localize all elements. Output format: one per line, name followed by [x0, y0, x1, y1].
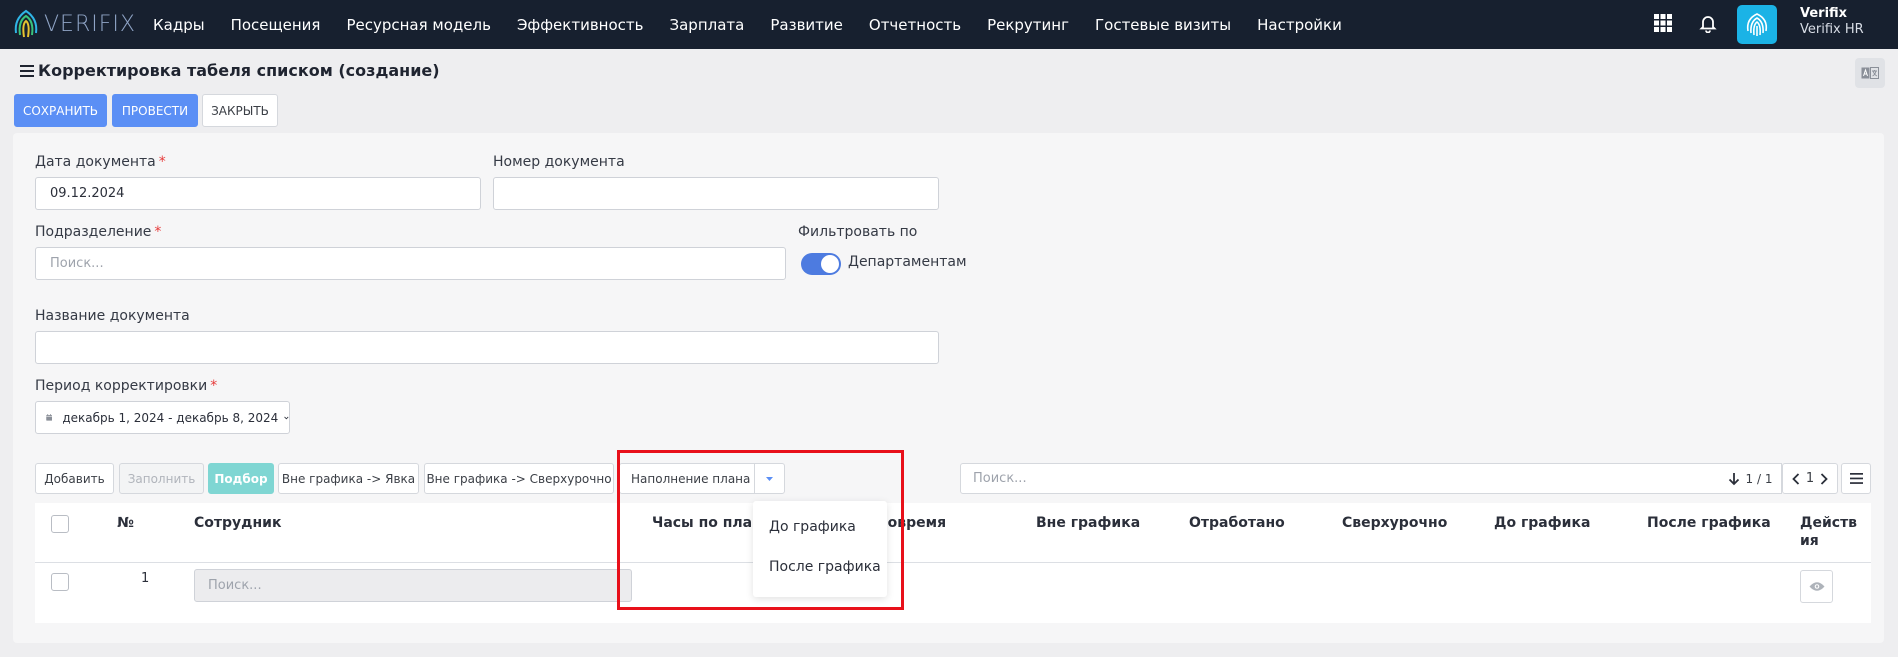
- nav-item-resource-model[interactable]: Ресурсная модель: [346, 16, 490, 34]
- save-button[interactable]: СОХРАНИТЬ: [14, 94, 107, 127]
- nav-item-salary[interactable]: Зарплата: [670, 16, 745, 34]
- column-header-off-schedule: Вне графика: [1036, 515, 1141, 531]
- nav-item-reports[interactable]: Отчетность: [869, 16, 961, 34]
- header-divider: [35, 562, 1871, 563]
- pick-button[interactable]: Подбор: [208, 463, 274, 494]
- column-header-worked: Отработано: [1189, 515, 1285, 531]
- chevron-right-icon[interactable]: [1820, 472, 1828, 485]
- doc-number-input[interactable]: [493, 177, 939, 210]
- column-settings-button[interactable]: [1841, 463, 1871, 494]
- column-header-overtime: Сверхурочно: [1342, 515, 1448, 531]
- nav-item-development[interactable]: Развитие: [770, 16, 843, 34]
- logo[interactable]: VERIFIX: [12, 6, 136, 42]
- period-date-range-picker[interactable]: декабрь 1, 2024 - декабрь 8, 2024: [35, 401, 290, 434]
- top-navigation-bar: VERIFIX Кадры Посещения Ресурсная модель…: [0, 0, 1898, 49]
- eye-icon: [1809, 582, 1824, 591]
- user-name: Verifix: [1800, 6, 1848, 21]
- doc-name-label: Название документа: [35, 308, 190, 324]
- page-info: 1 / 1: [1745, 471, 1773, 486]
- nav-item-guest-visits[interactable]: Гостевые визиты: [1095, 16, 1231, 34]
- column-header-actions: Действ ия: [1800, 515, 1858, 549]
- doc-number-label: Номер документа: [493, 154, 625, 170]
- page-title: Корректировка табеля списком (создание): [20, 61, 440, 80]
- plan-fill-label: Наполнение плана: [631, 471, 751, 486]
- doc-date-label: Дата документа *: [35, 154, 166, 170]
- filter-toggle[interactable]: [801, 253, 841, 275]
- arrow-down-icon: [1728, 472, 1739, 485]
- row-number: 1: [141, 571, 150, 586]
- division-search-input[interactable]: Поиск...: [35, 247, 786, 280]
- language-switch-button[interactable]: [1855, 58, 1885, 88]
- main-nav: Кадры Посещения Ресурсная модель Эффекти…: [153, 0, 1368, 49]
- post-button[interactable]: ПРОВЕСТИ: [112, 94, 198, 127]
- nav-item-settings[interactable]: Настройки: [1257, 16, 1342, 34]
- nav-item-kadry[interactable]: Кадры: [153, 16, 205, 34]
- doc-name-input[interactable]: [35, 331, 939, 364]
- list-menu-icon: [1849, 473, 1863, 484]
- close-button[interactable]: ЗАКРЫТЬ: [202, 94, 278, 127]
- nav-item-efficiency[interactable]: Эффективность: [517, 16, 644, 34]
- fingerprint-logo-icon: [14, 9, 38, 38]
- add-button[interactable]: Добавить: [35, 463, 114, 494]
- row-checkbox[interactable]: [51, 573, 69, 591]
- column-header-number: №: [117, 515, 134, 531]
- caret-down-icon[interactable]: [754, 464, 784, 493]
- period-value: декабрь 1, 2024 - декабрь 8, 2024: [62, 410, 279, 425]
- plan-fill-select[interactable]: Наполнение плана: [619, 463, 785, 494]
- nav-item-attendance[interactable]: Посещения: [231, 16, 321, 34]
- column-header-before-schedule: До графика: [1494, 515, 1591, 531]
- user-block[interactable]: Verifix Verifix HR: [1800, 6, 1864, 38]
- out-to-attendance-button[interactable]: Вне графика -> Явка: [278, 463, 419, 494]
- nav-item-recruiting[interactable]: Рекрутинг: [987, 16, 1069, 34]
- hamburger-menu-icon[interactable]: [20, 64, 34, 77]
- division-label: Подразделение *: [35, 224, 162, 240]
- fingerprint-icon: [1746, 12, 1768, 36]
- chevron-down-icon: [284, 416, 289, 419]
- bell-icon[interactable]: [1698, 13, 1720, 35]
- translate-icon: [1861, 67, 1879, 79]
- column-header-on-time: Вовремя: [877, 515, 947, 531]
- toggle-knob: [820, 254, 840, 274]
- period-label: Период корректировки *: [35, 378, 218, 394]
- page-title-text: Корректировка табеля списком (создание): [38, 61, 440, 80]
- corrections-table: № Сотрудник Часы по плану Вовремя Вне гр…: [35, 503, 1871, 623]
- select-all-checkbox[interactable]: [51, 515, 69, 533]
- dropdown-item-before-schedule[interactable]: До графика: [769, 519, 856, 535]
- out-to-overtime-button[interactable]: Вне графика -> Сверхурочно: [424, 463, 614, 494]
- filter-toggle-label: Департаментам: [848, 254, 967, 270]
- sort-and-count[interactable]: 1 / 1: [1719, 463, 1782, 494]
- filter-label: Фильтровать по: [798, 224, 918, 240]
- chevron-left-icon[interactable]: [1792, 472, 1800, 485]
- fill-button[interactable]: Заполнить: [119, 463, 204, 494]
- dropdown-item-after-schedule[interactable]: После графика: [769, 559, 881, 575]
- table-search-input[interactable]: Поиск...: [960, 463, 1720, 494]
- employee-search-input[interactable]: Поиск...: [194, 569, 632, 602]
- pagination: 1: [1782, 463, 1838, 494]
- column-header-employee: Сотрудник: [194, 515, 282, 531]
- column-header-after-schedule: После графика: [1647, 515, 1771, 531]
- plan-fill-dropdown-menu: До графика После графика: [753, 501, 887, 597]
- apps-grid-icon[interactable]: [1653, 13, 1675, 35]
- avatar[interactable]: [1737, 5, 1777, 44]
- page-number: 1: [1805, 471, 1815, 486]
- user-organization: Verifix HR: [1800, 22, 1864, 37]
- logo-text: VERIFIX: [44, 11, 136, 37]
- calendar-icon: [46, 414, 53, 421]
- doc-date-input[interactable]: 09.12.2024: [35, 177, 481, 210]
- view-button[interactable]: [1800, 570, 1833, 603]
